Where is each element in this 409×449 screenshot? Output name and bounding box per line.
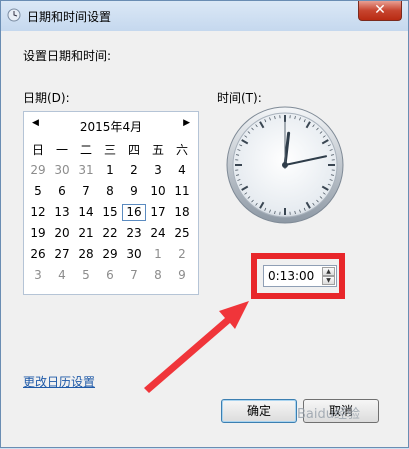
calendar-day[interactable]: 29	[26, 162, 50, 179]
calendar-day[interactable]: 31	[74, 162, 98, 179]
calendar-day[interactable]: 3	[26, 267, 50, 284]
calendar-day[interactable]: 6	[50, 183, 74, 200]
month-title[interactable]: 2015年4月	[24, 118, 198, 135]
date-label: 日期(D):	[23, 89, 70, 106]
calendar-day[interactable]: 27	[50, 246, 74, 263]
calendar-day[interactable]: 20	[50, 225, 74, 242]
calendar-day[interactable]: 24	[146, 225, 170, 242]
calendar-day[interactable]: 7	[74, 183, 98, 200]
calendar-day[interactable]: 10	[146, 183, 170, 200]
calendar-day[interactable]: 2	[170, 246, 194, 263]
calendar-day[interactable]: 1	[98, 162, 122, 179]
calendar-day[interactable]: 19	[26, 225, 50, 242]
heading: 设置日期和时间:	[23, 47, 111, 64]
watermark: Baidu经验	[297, 403, 360, 422]
calendar-day[interactable]: 6	[98, 267, 122, 284]
weekday-header: 一	[50, 142, 74, 159]
calendar-day[interactable]: 22	[98, 225, 122, 242]
time-label: 时间(T):	[217, 89, 262, 106]
calendar-day[interactable]: 2	[122, 162, 146, 179]
calendar-day[interactable]: 11	[170, 183, 194, 200]
calendar-day[interactable]: 7	[122, 267, 146, 284]
calendar-header: ◀ 2015年4月 ▶	[24, 114, 198, 136]
calendar-day[interactable]: 23	[122, 225, 146, 242]
calendar-day[interactable]: 21	[74, 225, 98, 242]
weekday-header: 四	[122, 142, 146, 159]
calendar-day[interactable]: 8	[146, 267, 170, 284]
weekday-header: 二	[74, 142, 98, 159]
calendar-day[interactable]: 17	[146, 204, 170, 221]
calendar-day[interactable]: 14	[74, 204, 98, 221]
calendar-day[interactable]: 4	[50, 267, 74, 284]
calendar-day[interactable]: 16	[122, 204, 146, 221]
calendar[interactable]: ◀ 2015年4月 ▶ 日一二三四五六293031123456789101112…	[23, 111, 199, 295]
weekday-header: 日	[26, 142, 50, 159]
weekday-header: 五	[146, 142, 170, 159]
calendar-day[interactable]: 9	[122, 183, 146, 200]
dialog-window: 日期和时间设置 ✕ 设置日期和时间: 日期(D): 时间(T): ◀ 2015年…	[0, 0, 409, 448]
window-title: 日期和时间设置	[27, 8, 111, 25]
analog-clock	[225, 105, 345, 225]
calendar-day[interactable]: 30	[122, 246, 146, 263]
calendar-day[interactable]: 26	[26, 246, 50, 263]
calendar-day[interactable]: 28	[74, 246, 98, 263]
calendar-day[interactable]: 25	[170, 225, 194, 242]
calendar-day[interactable]: 30	[50, 162, 74, 179]
calendar-day[interactable]: 29	[98, 246, 122, 263]
calendar-day[interactable]: 18	[170, 204, 194, 221]
calendar-day[interactable]: 4	[170, 162, 194, 179]
title-bar: 日期和时间设置 ✕	[1, 1, 408, 31]
next-month-icon[interactable]: ▶	[183, 118, 190, 128]
calendar-day[interactable]: 8	[98, 183, 122, 200]
ok-button[interactable]: 确定	[221, 399, 297, 423]
highlight-box	[251, 253, 345, 299]
calendar-day[interactable]: 1	[146, 246, 170, 263]
calendar-day[interactable]: 3	[146, 162, 170, 179]
weekday-header: 三	[98, 142, 122, 159]
weekday-header: 六	[170, 142, 194, 159]
calendar-day[interactable]: 5	[26, 183, 50, 200]
clock-app-icon	[7, 8, 21, 22]
calendar-day[interactable]: 15	[98, 204, 122, 221]
calendar-day[interactable]: 13	[50, 204, 74, 221]
calendar-day[interactable]: 5	[74, 267, 98, 284]
close-button[interactable]: ✕	[358, 1, 402, 21]
calendar-day[interactable]: 9	[170, 267, 194, 284]
change-calendar-link[interactable]: 更改日历设置	[23, 373, 95, 390]
calendar-day[interactable]: 12	[26, 204, 50, 221]
